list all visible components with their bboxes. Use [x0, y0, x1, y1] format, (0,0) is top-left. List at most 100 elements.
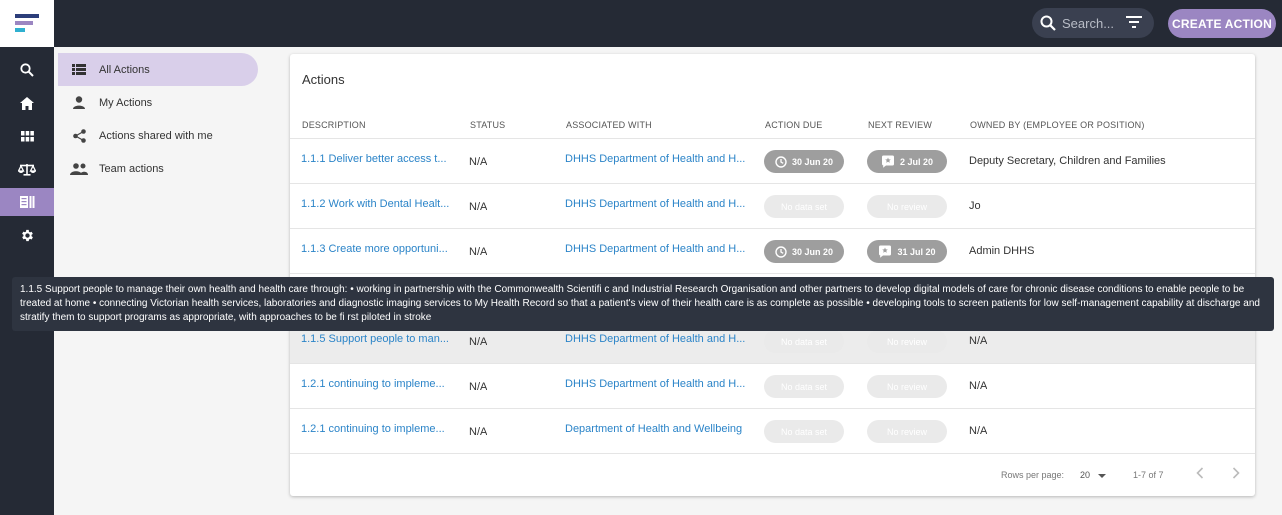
rail-grid-icon[interactable]: [0, 122, 54, 150]
search-field[interactable]: Search...: [1032, 8, 1154, 38]
subnav-item-all-actions[interactable]: All Actions: [58, 53, 258, 86]
associated-with-link[interactable]: DHHS Department of Health and H...: [565, 333, 750, 345]
search-placeholder: Search...: [1062, 15, 1115, 31]
action-due-text: 30 Jun 20: [791, 246, 834, 257]
action-status: N/A: [469, 426, 488, 438]
column-header-status[interactable]: STATUS: [470, 120, 505, 130]
rail-gear-icon[interactable]: [0, 221, 54, 249]
card-title: Actions: [302, 72, 345, 87]
column-header-action-due[interactable]: ACTION DUE: [765, 120, 823, 130]
action-description-link[interactable]: 1.1.5 Support people to man...: [301, 333, 451, 345]
action-status: N/A: [469, 336, 488, 348]
action-due-text: No data set: [780, 201, 828, 212]
action-due-text: No data set: [780, 381, 828, 392]
next-review-chip[interactable]: No review: [867, 195, 947, 218]
table-pagination: Rows per page: 20 1-7 of 7: [290, 454, 1255, 496]
rail-home-icon[interactable]: [0, 89, 54, 117]
action-status: N/A: [469, 381, 488, 393]
subnav-label: My Actions: [99, 96, 153, 109]
action-description-link[interactable]: 1.2.1 continuing to impleme...: [301, 423, 451, 435]
clock-icon: [775, 155, 787, 168]
pagination-range: 1-7 of 7: [1133, 470, 1164, 480]
associated-with-link[interactable]: DHHS Department of Health and H...: [565, 378, 750, 390]
rail-actions-icon[interactable]: [0, 188, 54, 216]
next-page-icon[interactable]: [1232, 467, 1240, 481]
clock-icon: [775, 245, 787, 258]
action-status: N/A: [469, 156, 488, 168]
create-action-button[interactable]: CREATE ACTION: [1168, 9, 1276, 38]
app-logo[interactable]: [0, 0, 54, 47]
action-due-text: No data set: [780, 426, 828, 437]
action-due-chip[interactable]: No data set: [764, 375, 844, 398]
next-review-text: No review: [886, 426, 927, 437]
associated-with-link[interactable]: Department of Health and Wellbeing: [565, 423, 750, 435]
associated-with-link[interactable]: DHHS Department of Health and H...: [565, 153, 750, 165]
table-row[interactable]: 1.2.1 continuing to impleme... N/A DHHS De…: [290, 364, 1255, 409]
table-row[interactable]: 1.1.2 Work with Dental Healt... N/A DHHS D…: [290, 184, 1255, 229]
column-header-next-review[interactable]: NEXT REVIEW: [868, 120, 932, 130]
dropdown-arrow-icon: [1097, 473, 1106, 478]
description-tooltip: 1.1.5 Support people to manage their own…: [12, 277, 1274, 331]
action-status: N/A: [469, 201, 488, 213]
action-due-text: No data set: [780, 336, 828, 347]
action-due-chip[interactable]: 30 Jun 20: [764, 150, 844, 173]
subnav-label: All Actions: [99, 63, 150, 76]
next-review-chip[interactable]: No review: [867, 420, 947, 443]
actions-table-card: Actions DESCRIPTION STATUS ASSOCIATED WI…: [290, 54, 1255, 496]
rows-per-page-select[interactable]: 20: [1080, 470, 1106, 480]
table-row[interactable]: 1.1.3 Create more opportuni... N/A DHHS De…: [290, 229, 1255, 274]
rail-scales-icon[interactable]: [0, 155, 54, 183]
top-bar: Search... CREATE ACTION: [54, 0, 1282, 47]
next-review-text: 2 Jul 20: [899, 156, 934, 167]
action-due-chip[interactable]: No data set: [764, 330, 844, 353]
subnav-label: Team actions: [99, 162, 164, 175]
action-description-link[interactable]: 1.1.3 Create more opportuni...: [301, 243, 451, 255]
person-icon: [70, 96, 88, 109]
associated-with-link[interactable]: DHHS Department of Health and H...: [565, 243, 750, 255]
action-due-chip[interactable]: 30 Jun 20: [764, 240, 844, 263]
review-icon: [881, 155, 895, 168]
people-icon: [70, 162, 88, 175]
action-description-link[interactable]: 1.2.1 continuing to impleme...: [301, 378, 451, 390]
subnav-item-my-actions[interactable]: My Actions: [58, 86, 258, 119]
associated-with-link[interactable]: DHHS Department of Health and H...: [565, 198, 750, 210]
rail-search-icon[interactable]: [0, 56, 54, 84]
next-review-chip[interactable]: No review: [867, 375, 947, 398]
next-review-text: 31 Jul 20: [897, 246, 936, 257]
owned-by: N/A: [969, 335, 988, 347]
owned-by: Admin DHHS: [969, 245, 1035, 257]
next-review-text: No review: [886, 201, 927, 212]
next-review-text: No review: [886, 336, 927, 347]
prev-page-icon[interactable]: [1196, 467, 1204, 481]
next-review-chip[interactable]: 31 Jul 20: [867, 240, 947, 263]
subnav-label: Actions shared with me: [99, 129, 213, 142]
table-row[interactable]: 1.2.1 continuing to impleme... N/A Departm…: [290, 409, 1255, 454]
table-row[interactable]: 1.1.1 Deliver better access t... N/A DHHS …: [290, 139, 1255, 184]
left-rail: [0, 0, 54, 515]
subnav-item-shared-with-me[interactable]: Actions shared with me: [58, 119, 258, 152]
action-due-text: 30 Jun 20: [791, 156, 834, 167]
column-header-associated[interactable]: ASSOCIATED WITH: [566, 120, 652, 130]
column-header-owned-by[interactable]: OWNED BY (EMPLOYEE OR POSITION): [970, 120, 1145, 130]
table-header: DESCRIPTION STATUS ASSOCIATED WITH ACTIO…: [290, 108, 1255, 139]
owned-by: N/A: [969, 425, 988, 437]
action-due-chip[interactable]: No data set: [764, 195, 844, 218]
action-description-link[interactable]: 1.1.1 Deliver better access t...: [301, 153, 451, 165]
search-icon: [1040, 15, 1056, 31]
next-review-chip[interactable]: 2 Jul 20: [867, 150, 947, 173]
next-review-chip[interactable]: No review: [867, 330, 947, 353]
owned-by: N/A: [969, 380, 988, 392]
subnav-item-team-actions[interactable]: Team actions: [58, 152, 258, 185]
owned-by: Jo: [969, 200, 981, 212]
action-due-chip[interactable]: No data set: [764, 420, 844, 443]
action-description-link[interactable]: 1.1.2 Work with Dental Healt...: [301, 198, 451, 210]
rows-per-page-label: Rows per page:: [1001, 470, 1065, 480]
review-icon: [878, 245, 892, 258]
column-header-description[interactable]: DESCRIPTION: [302, 120, 366, 130]
actions-subnav: All Actions My Actions Actions shared wi…: [58, 53, 258, 185]
owned-by: Deputy Secretary, Children and Families: [969, 155, 1166, 167]
list-icon: [70, 64, 88, 75]
filter-icon[interactable]: [1126, 16, 1142, 31]
rows-per-page-value: 20: [1080, 470, 1091, 480]
action-status: N/A: [469, 246, 488, 258]
